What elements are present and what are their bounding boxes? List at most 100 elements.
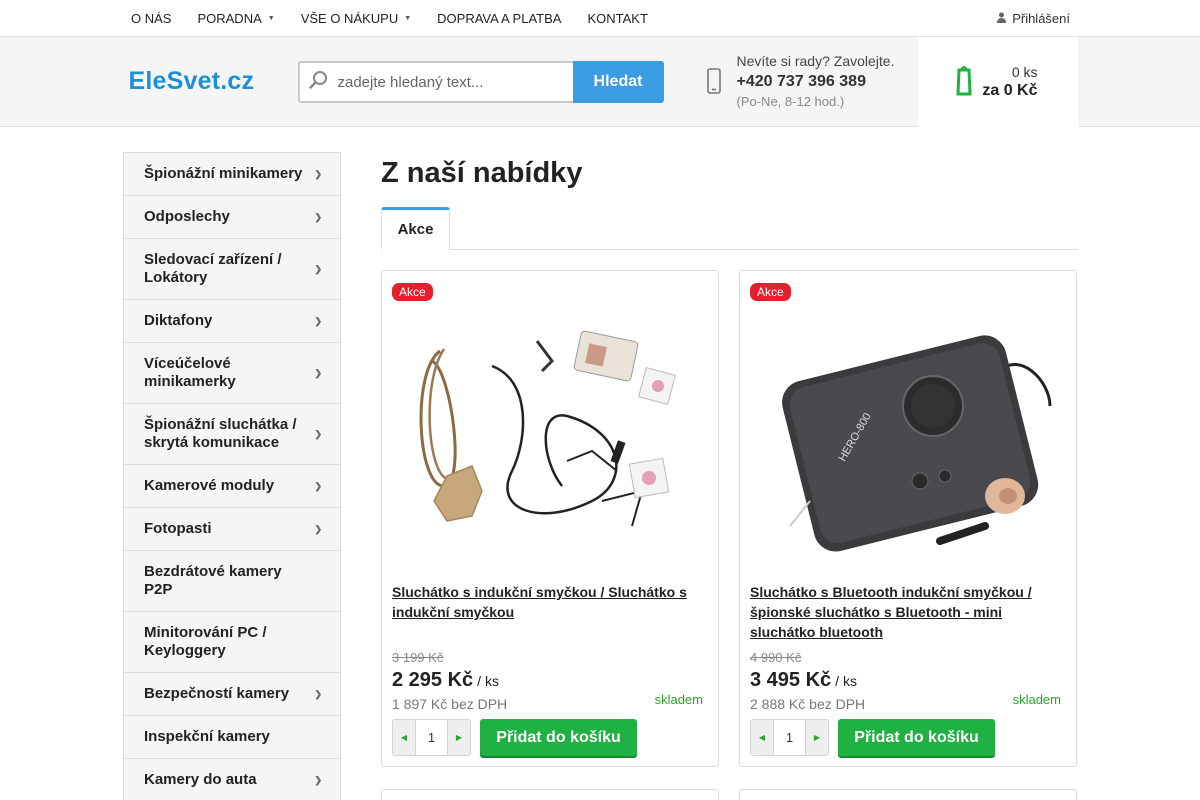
sidebar-item-label: Kamery do auta (144, 771, 257, 788)
caret-down-icon: ▼ (404, 15, 412, 22)
topnav-item-label: O NÁS (131, 11, 172, 26)
login-link[interactable]: Přihlášení (997, 0, 1070, 37)
product-name-link[interactable]: Sluchátko s indukční smyčkou / Sluchátko… (392, 582, 702, 622)
topnav-item-doprava[interactable]: DOPRAVA A PLATBA (437, 11, 561, 26)
product-card-partial (381, 789, 719, 800)
cart-info: 0 ks za 0 Kč (982, 64, 1037, 100)
topnav-item-label: PORADNA (197, 11, 262, 26)
contact-phone[interactable]: +420 737 396 389 (737, 73, 895, 91)
search-button[interactable]: Hledat (572, 61, 664, 103)
topnav-item-label: VŠE O NÁKUPU (300, 11, 399, 26)
sidebar-item-minikamery[interactable]: Špionážní minikamery ❯ (124, 153, 340, 196)
chevron-right-icon: ❯ (314, 368, 322, 378)
sidebar-item-label: Minitorování PC / Keyloggery (144, 624, 267, 659)
product-name-link[interactable]: Sluchátko s Bluetooth indukční smyčkou /… (750, 582, 1060, 642)
search-field (297, 61, 573, 103)
product-image[interactable] (392, 311, 708, 561)
product-image[interactable]: HERO-800 (750, 311, 1066, 561)
minus-icon[interactable]: ◀ (393, 720, 415, 755)
sidebar-item-label: Špionážní minikamery (144, 165, 303, 182)
sidebar-item-label: Fotopasti (144, 520, 212, 537)
sidebar-item-fotopasti[interactable]: Fotopasti ❯ (124, 508, 340, 551)
chevron-right-icon: ❯ (314, 169, 322, 179)
product-price-unit: / ks (477, 673, 499, 689)
product-card: Akce Sluchátko s indukční smyčkou / Sluc… (381, 270, 719, 767)
quantity-input[interactable]: 1 (773, 720, 806, 755)
contact-lines: Nevíte si rady? Zavolejte. +420 737 396 … (737, 53, 895, 109)
product-price: 3 495 Kč / ks (750, 669, 857, 692)
category-sidebar: Špionážní minikamery ❯ Odposlechy ❯ Sledov… (123, 152, 341, 800)
sidebar-item-auto[interactable]: Kamery do auta ❯ (124, 759, 340, 800)
chevron-right-icon: ❯ (314, 429, 322, 439)
sale-badge: Akce (750, 283, 791, 301)
sidebar-item-label: Víceúčelové minikamerky (144, 355, 236, 390)
chevron-right-icon: ❯ (314, 689, 322, 699)
topnav-item-vse-o-nakupu[interactable]: VŠE O NÁKUPU ▼ (301, 11, 411, 26)
quantity-stepper: ◀ 1 ▶ (750, 719, 829, 756)
product-card-partial (739, 789, 1077, 800)
plus-icon[interactable]: ▶ (448, 720, 470, 755)
login-label: Přihlášení (1012, 11, 1070, 26)
cart-count: 0 ks (1011, 64, 1038, 80)
product-grid: Akce Sluchátko s indukční smyčkou / Sluc… (381, 270, 1078, 800)
sidebar-item-bezpecnostni[interactable]: Bezpečností kamery ❯ (124, 673, 340, 716)
sidebar-item-moduly[interactable]: Kamerové moduly ❯ (124, 465, 340, 508)
topnav-item-poradna[interactable]: PORADNA ▼ (197, 11, 274, 26)
product-price-unit: / ks (835, 673, 857, 689)
sidebar-item-label: Bezpečností kamery (144, 685, 290, 702)
cart-total: za 0 Kč (982, 82, 1038, 99)
chevron-right-icon: ❯ (314, 212, 322, 222)
page-title: Z naší nabídky (381, 157, 583, 189)
product-old-price: 3 199 Kč (392, 650, 444, 665)
topnav-item-kontakt[interactable]: KONTAKT (587, 11, 647, 26)
sidebar-item-label: Inspekční kamery (144, 728, 270, 745)
product-net-price: 1 897 Kč bez DPH (392, 696, 508, 712)
caret-down-icon: ▼ (267, 15, 275, 22)
product-net-price: 2 888 Kč bez DPH (750, 696, 866, 712)
chevron-right-icon: ❯ (314, 524, 322, 534)
sidebar-item-keyloggery[interactable]: Minitorování PC / Keyloggery (124, 612, 340, 673)
quantity-input[interactable]: 1 (415, 720, 448, 755)
topnav-item-label: KONTAKT (587, 11, 648, 26)
quantity-stepper: ◀ 1 ▶ (392, 719, 471, 756)
site-logo[interactable]: EleSvet.cz (129, 67, 255, 96)
product-price: 2 295 Kč / ks (392, 669, 499, 692)
contact-hours: (Po-Ne, 8-12 hod.) (736, 94, 845, 109)
sidebar-item-odposlechy[interactable]: Odposlechy ❯ (124, 196, 340, 239)
search-input[interactable] (337, 73, 558, 91)
tab-akce[interactable]: Akce (381, 207, 450, 250)
topnav-item-label: DOPRAVA A PLATBA (437, 11, 562, 26)
sidebar-item-p2p[interactable]: Bezdrátové kamery P2P (124, 551, 340, 612)
sidebar-item-lokatory[interactable]: Sledovací zařízení / Lokátory ❯ (124, 239, 340, 300)
contact-box: Nevíte si rady? Zavolejte. +420 737 396 … (703, 53, 895, 109)
top-menu: O NÁS PORADNA ▼ VŠE O NÁKUPU ▼ DOPRAVA A P… (131, 11, 674, 26)
product-price-value: 2 295 Kč (392, 669, 474, 691)
minus-icon[interactable]: ◀ (751, 720, 773, 755)
chevron-right-icon: ❯ (314, 264, 322, 274)
tab-bar: Akce (381, 207, 1078, 250)
top-navigation: O NÁS PORADNA ▼ VŠE O NÁKUPU ▼ DOPRAVA A P… (0, 0, 1200, 37)
sidebar-item-inspekcni[interactable]: Inspekční kamery (124, 716, 340, 759)
chevron-right-icon: ❯ (314, 775, 322, 785)
sidebar-item-label: Špionážní sluchátka / skrytá komunikace (144, 416, 297, 451)
sidebar-item-sluchatka[interactable]: Špionážní sluchátka / skrytá komunikace ❯ (124, 404, 340, 465)
stock-status: skladem (654, 692, 703, 707)
cart-widget[interactable]: 0 ks za 0 Kč (917, 37, 1078, 127)
topnav-item-o-nas[interactable]: O NÁS (131, 11, 171, 26)
sidebar-item-viceucelove[interactable]: Víceúčelové minikamerky ❯ (124, 343, 340, 404)
cart-icon (955, 64, 972, 105)
sidebar-item-diktafony[interactable]: Diktafony ❯ (124, 300, 340, 343)
plus-icon[interactable]: ▶ (806, 720, 828, 755)
sidebar-item-label: Kamerové moduly (144, 477, 275, 494)
chevron-right-icon: ❯ (314, 316, 322, 326)
phone-icon (703, 66, 725, 96)
sidebar-item-label: Bezdrátové kamery P2P (144, 563, 282, 598)
add-to-cart-button[interactable]: Přidat do košíku (838, 719, 995, 756)
search-icon (300, 70, 338, 95)
sidebar-item-label: Odposlechy (144, 208, 230, 225)
sidebar-item-label: Sledovací zařízení / Lokátory (144, 251, 282, 286)
sidebar-item-label: Diktafony (144, 312, 213, 329)
add-to-cart-button[interactable]: Přidat do košíku (480, 719, 637, 756)
site-header: EleSvet.cz Hledat Nevíte si rady? Zavole… (0, 37, 1200, 127)
content-area: Z naší nabídky Akce Akce Sluchátko s ind… (381, 152, 1078, 800)
